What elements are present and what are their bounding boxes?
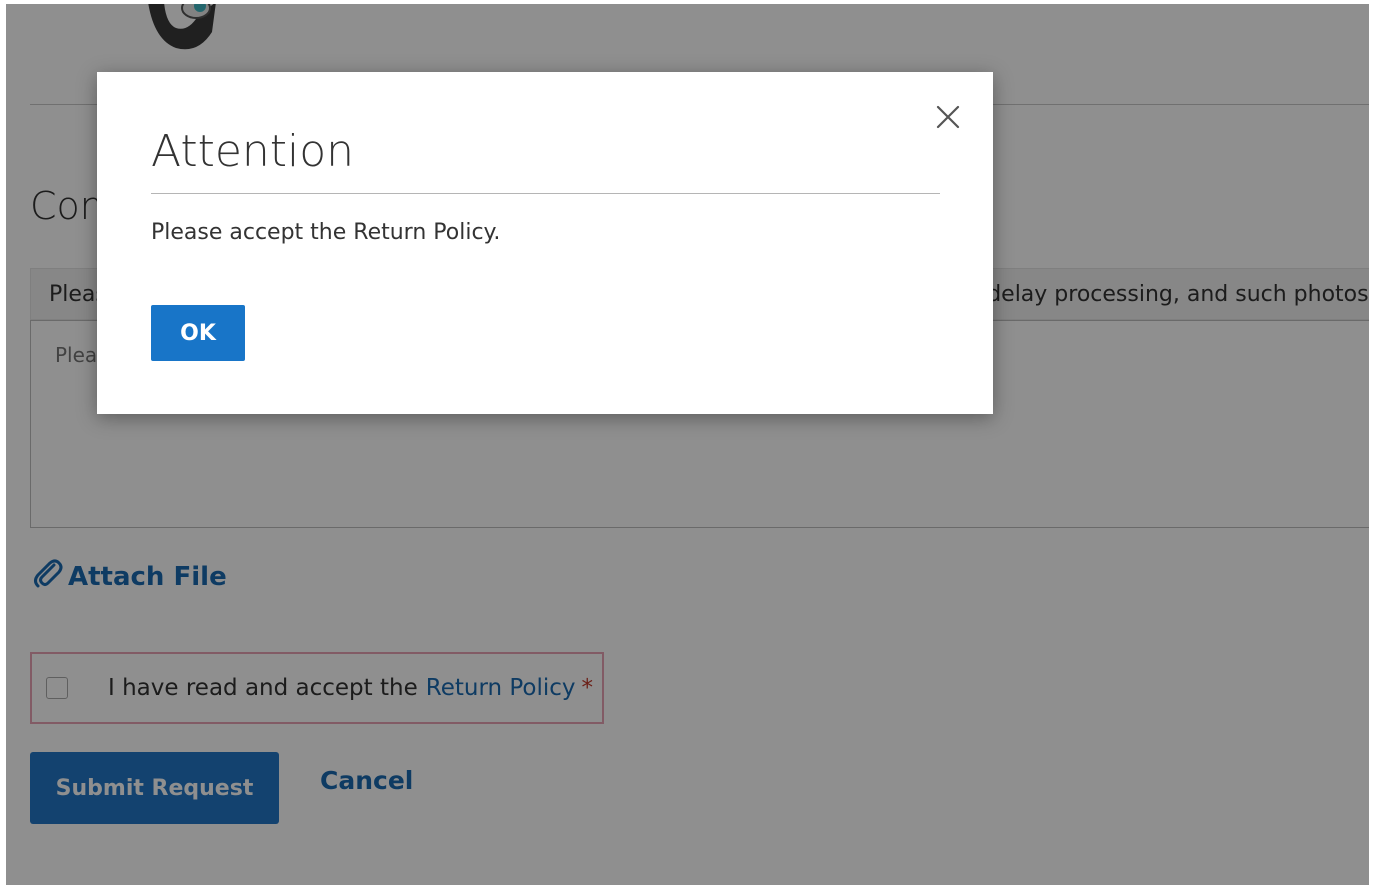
dialog-divider (151, 193, 940, 194)
close-icon[interactable] (933, 102, 963, 132)
dialog-message: Please accept the Return Policy. (151, 220, 501, 245)
dialog-title: Attention (151, 126, 355, 177)
ok-button[interactable]: OK (151, 305, 245, 361)
attention-dialog: Attention Please accept the Return Polic… (97, 72, 993, 414)
